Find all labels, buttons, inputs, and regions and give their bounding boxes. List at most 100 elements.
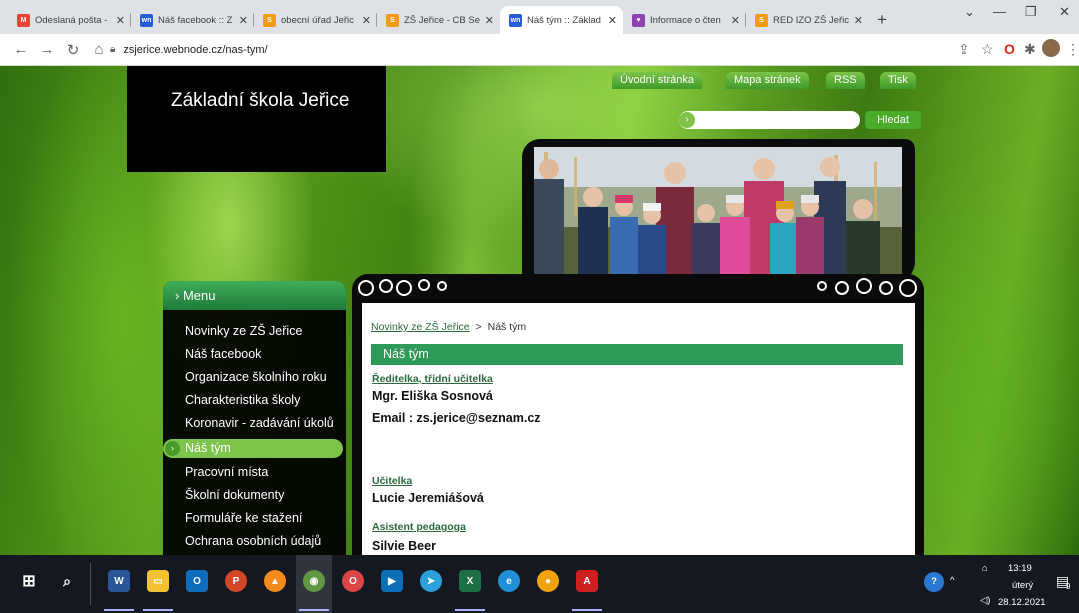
- tab-title: RED IZO ZŠ Jeřic: [773, 14, 850, 26]
- close-tab-icon[interactable]: ✕: [362, 14, 371, 27]
- menu-item-koronavir[interactable]: Koronavir - zadávání úkolů: [185, 416, 334, 430]
- browser-tab[interactable]: S RED IZO ZŠ Jeřic ✕: [746, 6, 869, 34]
- topnav-rss[interactable]: RSS: [826, 72, 865, 89]
- profile-avatar[interactable]: [1042, 39, 1060, 57]
- menu-item-charakteristika[interactable]: Charakteristika školy: [185, 393, 300, 407]
- home-icon[interactable]: ⌂: [86, 41, 112, 58]
- search-button[interactable]: Hledat: [865, 111, 921, 129]
- browser-tab[interactable]: ♥ Informace o čten ✕: [623, 6, 746, 34]
- clock-time[interactable]: 13:19: [1008, 563, 1032, 574]
- tab-title: Informace o čten: [650, 14, 721, 26]
- close-tab-icon[interactable]: ✕: [239, 14, 248, 27]
- forward-icon[interactable]: →: [34, 41, 60, 58]
- menu-item-formulare[interactable]: Formuláře ke stažení: [185, 511, 302, 525]
- menu-item-facebook[interactable]: Náš facebook: [185, 347, 261, 361]
- acrobat-icon[interactable]: A: [576, 570, 598, 592]
- vlc-icon[interactable]: ▲: [264, 570, 286, 592]
- heart-icon: ♥: [632, 13, 645, 27]
- header-photo-frame: [522, 139, 915, 285]
- menu-item-ochrana[interactable]: Ochrana osobních údajů: [185, 534, 321, 548]
- search-input[interactable]: ›: [679, 111, 860, 129]
- opera-extension-icon[interactable]: O: [1004, 41, 1015, 57]
- site-title[interactable]: Základní škola Jeřice: [171, 90, 349, 112]
- topnav-sitemap[interactable]: Mapa stránek: [726, 72, 809, 89]
- menu-item-label: Náš tým: [185, 441, 231, 455]
- media-player-icon[interactable]: ▶: [381, 570, 403, 592]
- edge-icon[interactable]: e: [498, 570, 520, 592]
- tab-search-icon[interactable]: ⌄: [964, 4, 975, 20]
- menu-heading: › Menu: [163, 281, 346, 310]
- content-area: Novinky ze ZŠ Jeřice > Náš tým Náš tým Ř…: [362, 303, 915, 555]
- close-tab-icon[interactable]: ✕: [731, 14, 740, 27]
- minimize-icon[interactable]: —: [993, 4, 1006, 19]
- opera-icon[interactable]: O: [342, 570, 364, 592]
- search-engine-icon: S: [755, 13, 768, 27]
- lock-icon: 🔒︎: [110, 44, 116, 55]
- webnode-icon: wn: [140, 13, 153, 27]
- director-email: Email : zs.jerice@seznam.cz: [372, 411, 541, 425]
- windows-start-icon[interactable]: ⊞: [18, 570, 40, 592]
- file-explorer-icon[interactable]: ▭: [147, 570, 169, 592]
- clock-date: 28.12.2021: [998, 597, 1046, 608]
- close-tab-icon[interactable]: ✕: [485, 14, 494, 27]
- browser-tab-strip: M Odeslaná pošta - ✕ wn Náš facebook :: Z ✕ So…: [0, 0, 1079, 34]
- tab-title: obecní úřad Jeřic: [281, 14, 354, 26]
- role-label-assistant[interactable]: Asistent pedagoga: [372, 521, 466, 533]
- outlook-icon[interactable]: O: [186, 570, 208, 592]
- menu-item-pracovni-mista[interactable]: Pracovní místa: [185, 465, 268, 479]
- reload-icon[interactable]: ↻: [60, 41, 86, 59]
- close-tab-icon[interactable]: ✕: [854, 14, 863, 27]
- webnode-icon: wn: [509, 13, 522, 27]
- address-bar-row: ← → ↻ ⌂ 🔒︎ zsjerice.webnode.cz/nas-tym/ …: [0, 34, 1079, 66]
- tray-overflow-icon[interactable]: ^: [950, 575, 954, 586]
- person-name-teacher: Lucie Jeremiášová: [372, 491, 484, 505]
- touch-keyboard-icon[interactable]: ⌂: [982, 563, 988, 574]
- search-icon[interactable]: ⌕: [56, 570, 78, 592]
- tab-title: Odeslaná pošta -: [35, 14, 108, 26]
- active-app-highlight: [296, 555, 332, 613]
- excel-icon[interactable]: X: [459, 570, 481, 592]
- browser-tab[interactable]: wn Náš facebook :: Z ✕: [131, 6, 254, 34]
- close-tab-icon[interactable]: ✕: [608, 14, 617, 27]
- role-label-teacher[interactable]: Učitelka: [372, 475, 412, 487]
- browser-tab[interactable]: Sobecní úřad Jeřic ✕: [254, 6, 377, 34]
- tab-title: Náš facebook :: Z: [158, 14, 233, 26]
- topnav-print[interactable]: Tisk: [880, 72, 916, 89]
- running-indicator: [143, 609, 173, 611]
- breadcrumb-link-home[interactable]: Novinky ze ZŠ Jeřice: [371, 321, 470, 333]
- url-field[interactable]: 🔒︎ zsjerice.webnode.cz/nas-tym/: [110, 37, 940, 62]
- volume-icon[interactable]: ◁): [980, 595, 990, 606]
- tab-title: Náš tým :: Základ: [527, 14, 601, 26]
- menu-item-nas-tym[interactable]: › Náš tým: [163, 439, 343, 458]
- menu-item-dokumenty[interactable]: Školní dokumenty: [185, 488, 284, 502]
- share-icon[interactable]: ⇪: [958, 41, 970, 58]
- close-window-icon[interactable]: ✕: [1059, 4, 1070, 20]
- new-tab-button[interactable]: +: [869, 6, 895, 34]
- running-indicator: [455, 609, 485, 611]
- restore-icon[interactable]: ❐: [1025, 4, 1037, 20]
- word-icon[interactable]: W: [108, 570, 130, 592]
- menu-item-organizace[interactable]: Organizace školního roku: [185, 370, 327, 384]
- browser-tab[interactable]: M Odeslaná pošta - ✕: [8, 6, 131, 34]
- extensions-puzzle-icon[interactable]: ✱: [1024, 41, 1036, 58]
- browser-menu-icon[interactable]: ⋮: [1066, 41, 1079, 58]
- search-engine-icon: S: [263, 13, 276, 27]
- running-indicator: [299, 609, 329, 611]
- browser-tab[interactable]: wn Náš tým :: Základ ✕: [500, 6, 623, 34]
- help-icon[interactable]: ?: [924, 572, 944, 592]
- breadcrumb-current: Náš tým: [487, 321, 527, 333]
- close-tab-icon[interactable]: ✕: [116, 14, 125, 27]
- breadcrumb: Novinky ze ZŠ Jeřice > Náš tým: [371, 321, 526, 333]
- topnav-home[interactable]: Úvodní stránka: [612, 72, 702, 89]
- browser-tab[interactable]: S ZŠ Jeřice - CB Se ✕: [377, 6, 500, 34]
- gem-app-icon[interactable]: ●: [537, 570, 559, 592]
- menu-item-novinky[interactable]: Novinky ze ZŠ Jeřice: [185, 324, 302, 338]
- sidebar-menu: › Menu Novinky ze ZŠ Jeřice Náš facebook…: [163, 281, 346, 555]
- site-header-box: Základní škola Jeřice: [127, 66, 386, 172]
- powerpoint-icon[interactable]: P: [225, 570, 247, 592]
- telegram-icon[interactable]: ➤: [420, 570, 442, 592]
- group-photo-illustration: [534, 147, 902, 275]
- back-icon[interactable]: ←: [8, 41, 34, 58]
- bookmark-star-icon[interactable]: ☆: [981, 41, 994, 58]
- role-label-director[interactable]: Ředitelka, třídní učitelka: [372, 373, 493, 385]
